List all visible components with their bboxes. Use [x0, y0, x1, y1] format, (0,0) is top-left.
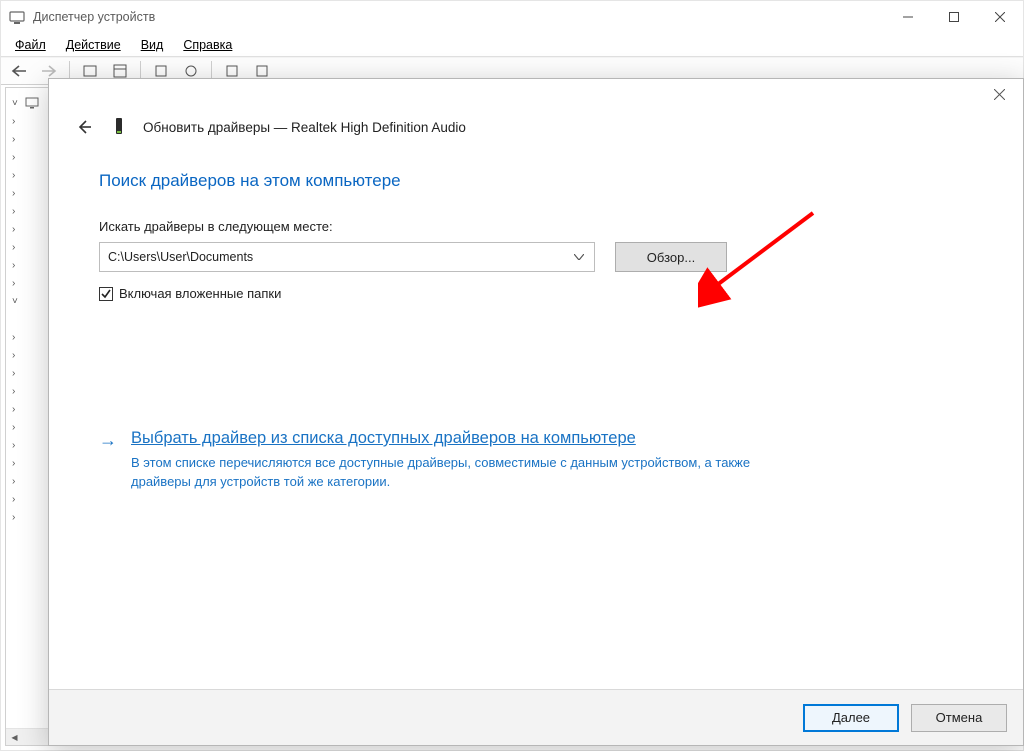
maximize-button[interactable] [931, 1, 977, 33]
menu-action[interactable]: Действие [56, 33, 131, 56]
back-button[interactable] [73, 116, 95, 138]
tree-item[interactable]: › [6, 364, 46, 382]
tree-item[interactable]: › [6, 490, 46, 508]
dialog-close-button[interactable] [977, 80, 1021, 108]
parent-menubar: Файл Действие Вид Справка [1, 33, 1023, 57]
cancel-button[interactable]: Отмена [911, 704, 1007, 732]
cancel-button-label: Отмена [936, 710, 983, 725]
pick-from-list-title: Выбрать драйвер из списка доступных драй… [131, 429, 771, 448]
include-subfolders-label: Включая вложенные папки [119, 286, 281, 301]
tree-item[interactable]: › [6, 382, 46, 400]
close-button[interactable] [977, 1, 1023, 33]
dialog-content: Поиск драйверов на этом компьютере Искат… [49, 145, 1023, 689]
dialog-headline: Поиск драйверов на этом компьютере [99, 171, 973, 191]
include-subfolders-checkbox[interactable]: Включая вложенные папки [99, 286, 973, 301]
tree-item[interactable]: › [6, 148, 46, 166]
parent-window-title: Диспетчер устройств [33, 10, 885, 24]
dialog-footer: Далее Отмена [49, 689, 1023, 745]
tree-root[interactable]: ˅ [6, 94, 46, 112]
tree-item[interactable]: › [6, 274, 46, 292]
driver-path-value: C:\Users\User\Documents [108, 250, 570, 264]
search-location-label: Искать драйверы в следующем месте: [99, 219, 973, 234]
tree-item[interactable]: › [6, 256, 46, 274]
minimize-button[interactable] [885, 1, 931, 33]
menu-file[interactable]: Файл [5, 33, 56, 56]
tree-item[interactable] [6, 310, 46, 328]
pick-from-list-description: В этом списке перечисляются все доступны… [131, 454, 771, 492]
tree-item[interactable]: › [6, 328, 46, 346]
tree-item[interactable]: ˅ [6, 292, 46, 310]
checkbox-icon [99, 287, 113, 301]
update-driver-dialog: Обновить драйверы — Realtek High Definit… [48, 78, 1024, 746]
tree-item[interactable]: › [6, 166, 46, 184]
tree-item[interactable]: › [6, 202, 46, 220]
pick-from-list-option[interactable]: → Выбрать драйвер из списка доступных др… [99, 429, 973, 492]
parent-titlebar: Диспетчер устройств [1, 1, 1023, 33]
dialog-header: Обновить драйверы — Realtek High Definit… [49, 109, 1023, 145]
next-button[interactable]: Далее [803, 704, 899, 732]
tree-item[interactable]: › [6, 238, 46, 256]
next-button-label: Далее [832, 710, 870, 725]
tree-item[interactable]: › [6, 220, 46, 238]
menu-help[interactable]: Справка [173, 33, 242, 56]
chevron-down-icon[interactable] [570, 254, 588, 260]
menu-view[interactable]: Вид [131, 33, 174, 56]
arrow-right-icon: → [99, 429, 117, 492]
dialog-titlebar [49, 79, 1023, 109]
tree-item[interactable]: › [6, 184, 46, 202]
tree-item[interactable]: › [6, 436, 46, 454]
device-icon [111, 117, 127, 137]
scroll-left-icon[interactable]: ◀ [6, 729, 23, 745]
dialog-title: Обновить драйверы — Realtek High Definit… [143, 120, 466, 135]
tree-item[interactable]: › [6, 454, 46, 472]
browse-button[interactable]: Обзор... [615, 242, 727, 272]
tree-item[interactable]: › [6, 112, 46, 130]
tree-item[interactable]: › [6, 472, 46, 490]
tree-item[interactable]: › [6, 130, 46, 148]
tree-item[interactable]: › [6, 508, 46, 526]
browse-button-label: Обзор... [647, 250, 695, 265]
tree-item[interactable]: › [6, 418, 46, 436]
device-tree[interactable]: ˅ › › › › › › › › › › ˅ › › › › › › › › … [6, 88, 46, 745]
driver-path-combobox[interactable]: C:\Users\User\Documents [99, 242, 595, 272]
toolbar-back-icon[interactable] [7, 60, 31, 82]
tree-item[interactable]: › [6, 400, 46, 418]
device-manager-icon [9, 9, 25, 25]
tree-item[interactable]: › [6, 346, 46, 364]
